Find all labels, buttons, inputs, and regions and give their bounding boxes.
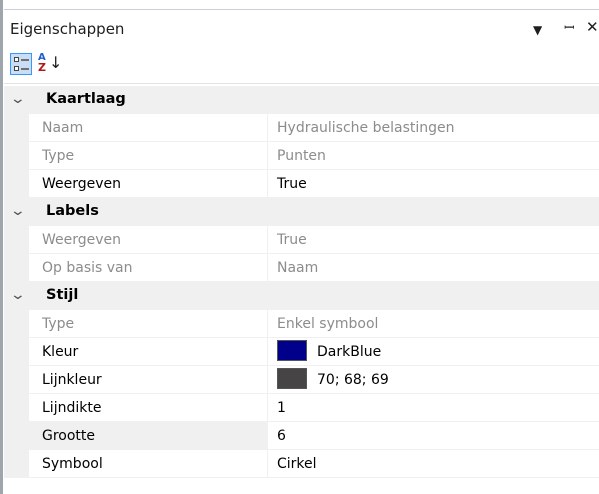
close-icon[interactable]: ✕	[586, 19, 599, 35]
property-value: Hydraulische belastingen	[267, 114, 599, 142]
property-value: Punten	[267, 142, 599, 170]
row-gutter	[4, 394, 29, 422]
row-gutter	[4, 366, 29, 394]
row-gutter	[4, 114, 29, 142]
property-value-text: Punten	[277, 148, 326, 164]
property-name[interactable]: Weergeven	[29, 226, 267, 254]
color-swatch	[277, 340, 307, 361]
dropdown-arrow-icon[interactable]: ▼	[533, 22, 542, 38]
panel-left-border	[0, 0, 3, 494]
property-value[interactable]: True	[267, 170, 599, 198]
chevron-down-icon[interactable]: ⌄	[10, 203, 26, 219]
row-gutter	[4, 226, 29, 254]
row-gutter	[4, 338, 29, 366]
property-value-text: True	[277, 232, 307, 248]
panel-titlebar: Eigenschappen ▼ ꟷ ✕	[4, 9, 599, 45]
property-value-text: 1	[277, 400, 286, 416]
property-name[interactable]: Lijnkleur	[29, 366, 267, 394]
property-value[interactable]: DarkBlue	[267, 338, 599, 366]
property-value-text: 6	[277, 428, 286, 444]
property-name[interactable]: Type	[29, 310, 267, 338]
property-value[interactable]: Cirkel	[267, 450, 599, 478]
sort-alphabetical-button[interactable]: A Z ↓	[36, 52, 62, 75]
property-value-text: Enkel symbool	[277, 316, 379, 332]
property-name[interactable]: Type	[29, 142, 267, 170]
chevron-down-icon[interactable]: ⌄	[10, 91, 26, 107]
property-row[interactable]: Weergeven True	[4, 226, 599, 254]
category-label: Stijl	[46, 287, 79, 303]
property-value: Naam	[267, 254, 599, 282]
property-name[interactable]: Symbool	[29, 450, 267, 478]
property-row[interactable]: Symbool Cirkel	[4, 450, 599, 478]
property-name[interactable]: Naam	[29, 114, 267, 142]
category-label: Labels	[46, 203, 99, 219]
color-swatch	[277, 368, 307, 389]
row-gutter	[4, 450, 29, 478]
property-row[interactable]: Weergeven True	[4, 170, 599, 198]
property-name[interactable]: Op basis van	[29, 254, 267, 282]
properties-toolbar: A Z ↓	[4, 46, 599, 84]
sort-alpha-z: Z	[38, 61, 46, 74]
chevron-down-icon[interactable]: ⌄	[10, 287, 26, 303]
panel-title: Eigenschappen	[10, 20, 125, 38]
property-row[interactable]: Naam Hydraulische belastingen	[4, 114, 599, 142]
property-row[interactable]: Type Enkel symbool	[4, 310, 599, 338]
property-value: Enkel symbool	[267, 310, 599, 338]
property-row[interactable]: Op basis van Naam	[4, 254, 599, 282]
property-name[interactable]: Grootte	[29, 422, 267, 450]
category-label: Kaartlaag	[46, 91, 126, 107]
property-value-text: True	[277, 176, 307, 192]
property-value-text: Cirkel	[277, 456, 317, 472]
category-labels[interactable]: ⌄ Labels	[4, 198, 599, 226]
row-gutter	[4, 170, 29, 198]
property-value[interactable]: 6	[267, 422, 599, 450]
property-value-text: Hydraulische belastingen	[277, 120, 455, 136]
property-value[interactable]: 1	[267, 394, 599, 422]
category-kaartlaag[interactable]: ⌄ Kaartlaag	[4, 86, 599, 114]
property-value[interactable]: 70; 68; 69	[267, 366, 599, 394]
property-value-text: 70; 68; 69	[317, 372, 389, 388]
property-value: True	[267, 226, 599, 254]
property-value-text: DarkBlue	[317, 344, 382, 360]
row-gutter	[4, 422, 29, 450]
row-gutter	[4, 254, 29, 282]
category-stijl[interactable]: ⌄ Stijl	[4, 282, 599, 310]
properties-panel: Eigenschappen ▼ ꟷ ✕ A Z ↓ ⌄ Kaartlaag Naam…	[0, 0, 599, 494]
property-row[interactable]: Lijndikte 1	[4, 394, 599, 422]
property-value-text: Naam	[277, 260, 319, 276]
property-row[interactable]: Kleur DarkBlue	[4, 338, 599, 366]
property-name[interactable]: Lijndikte	[29, 394, 267, 422]
property-row[interactable]: Lijnkleur 70; 68; 69	[4, 366, 599, 394]
categorized-view-button[interactable]	[10, 53, 32, 75]
property-grid: ⌄ Kaartlaag Naam Hydraulische belastingen Ty…	[4, 86, 599, 478]
property-row[interactable]: Grootte 6	[4, 422, 599, 450]
property-name[interactable]: Weergeven	[29, 170, 267, 198]
property-name[interactable]: Kleur	[29, 338, 267, 366]
pin-icon[interactable]: ꟷ	[564, 21, 575, 37]
row-gutter	[4, 310, 29, 338]
row-gutter	[4, 142, 29, 170]
property-row[interactable]: Type Punten	[4, 142, 599, 170]
sort-alpha-arrow: ↓	[49, 53, 63, 72]
